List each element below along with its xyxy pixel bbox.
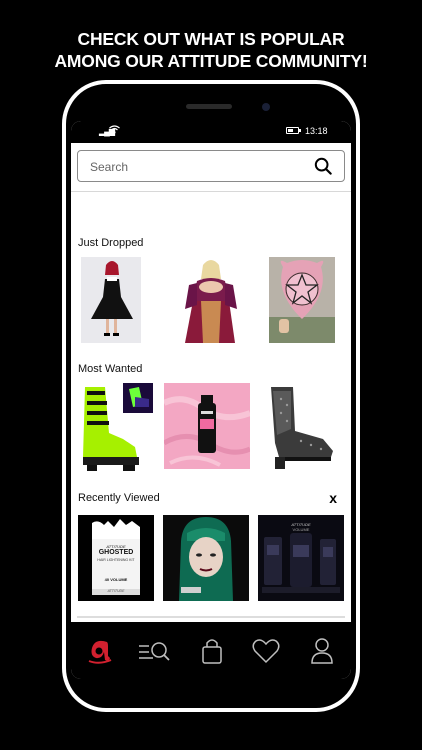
battery-icon bbox=[286, 127, 301, 134]
headline-line-2: AMONG OUR ATTITUDE COMMUNITY! bbox=[54, 51, 368, 71]
status-bar: ▂▄▆ 13:18 bbox=[71, 121, 351, 143]
most-wanted-title: Most Wanted bbox=[78, 363, 143, 375]
promo-headline: CHECK OUT WHAT IS POPULAR AMONG OUR ATTI… bbox=[0, 28, 422, 72]
search-icon[interactable] bbox=[314, 157, 332, 175]
wifi-icon bbox=[109, 125, 120, 137]
product-thumb-western-boots[interactable] bbox=[261, 383, 341, 471]
kit-subtitle: HAIR LIGHTENING KIT bbox=[97, 558, 135, 562]
product-thumb-neon-boots[interactable] bbox=[79, 383, 155, 471]
user-icon[interactable] bbox=[307, 636, 337, 666]
kit-name: GHOSTED bbox=[98, 549, 134, 556]
product-thumb-hair-dye[interactable] bbox=[164, 383, 250, 469]
app-screen: ▂▄▆ 13:18 Just Dropped bbox=[71, 121, 351, 679]
recently-viewed-title: Recently Viewed bbox=[78, 492, 160, 504]
shopping-bag-icon[interactable] bbox=[197, 636, 227, 666]
product-thumb-green-hair-model[interactable] bbox=[163, 515, 249, 601]
headline-line-1: CHECK OUT WHAT IS POPULAR bbox=[77, 29, 345, 49]
content-bottom-divider bbox=[77, 616, 345, 618]
product-thumb-volume-products[interactable]: ATTITUDE VOLUME bbox=[258, 515, 344, 601]
heart-icon[interactable] bbox=[251, 636, 281, 666]
phone-camera bbox=[262, 103, 270, 111]
search-list-icon[interactable] bbox=[137, 636, 170, 666]
search-input[interactable] bbox=[88, 157, 302, 177]
bottom-navbar bbox=[71, 622, 351, 679]
search-bar[interactable] bbox=[77, 150, 345, 182]
product-thumb-ghosted-kit[interactable]: ATTITUDE GHOSTED HAIR LIGHTENING KIT 40 … bbox=[78, 515, 154, 601]
just-dropped-title: Just Dropped bbox=[78, 237, 144, 249]
product-thumb-pentagram-bag[interactable] bbox=[269, 257, 335, 343]
volume-name: VOLUME bbox=[292, 527, 310, 532]
product-thumb-gown[interactable] bbox=[175, 257, 245, 343]
close-recently-viewed-button[interactable]: x bbox=[329, 490, 337, 506]
header-divider bbox=[71, 191, 351, 192]
status-time: 13:18 bbox=[305, 126, 328, 136]
product-thumb-dress[interactable] bbox=[81, 257, 141, 343]
kit-tag: ATTITUDE bbox=[107, 589, 125, 593]
home-logo-icon[interactable] bbox=[85, 636, 115, 666]
phone-speaker bbox=[186, 104, 232, 109]
kit-volume: 40 VOLUME bbox=[104, 577, 128, 582]
